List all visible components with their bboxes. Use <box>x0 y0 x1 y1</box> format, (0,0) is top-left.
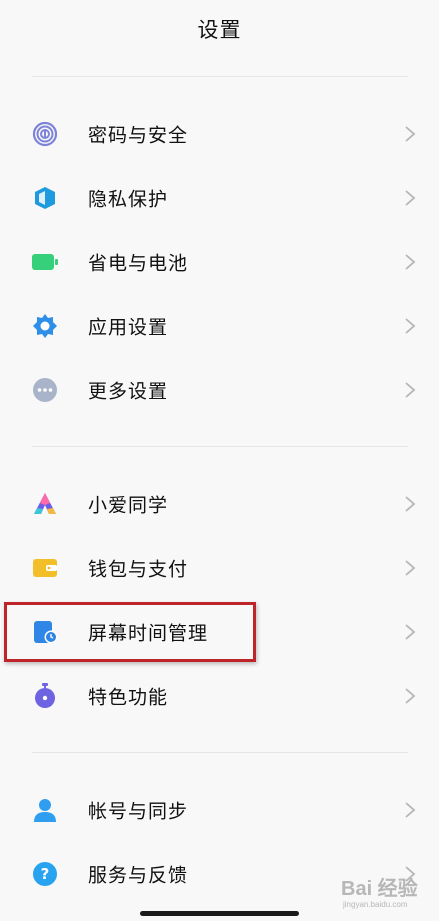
stopwatch-icon <box>30 681 60 711</box>
chevron-right-icon <box>405 496 416 512</box>
settings-item-privacy[interactable]: 隐私保护 <box>0 166 439 230</box>
gear-icon <box>30 311 60 341</box>
home-indicator-bar[interactable] <box>140 911 299 916</box>
chevron-right-icon <box>405 126 416 142</box>
settings-item-password-security[interactable]: 密码与安全 <box>0 102 439 166</box>
watermark-text: Bai 经验 <box>341 878 418 900</box>
divider <box>32 752 408 753</box>
settings-item-account-sync[interactable]: 帐号与同步 <box>0 778 439 842</box>
settings-item-label: 隐私保护 <box>88 188 169 211</box>
xiaoai-icon <box>30 489 60 519</box>
chevron-right-icon <box>405 318 416 334</box>
divider <box>32 446 408 447</box>
annotation-highlight-box <box>4 602 256 662</box>
help-icon: ? <box>30 859 60 889</box>
more-dots-icon <box>30 375 60 405</box>
settings-item-label: 密码与安全 <box>88 124 189 147</box>
settings-item-xiaoai[interactable]: 小爱同学 <box>0 472 439 536</box>
chevron-right-icon <box>405 688 416 704</box>
settings-item-wallet[interactable]: 钱包与支付 <box>0 536 439 600</box>
svg-text:?: ? <box>41 865 50 883</box>
battery-icon <box>30 247 60 277</box>
settings-item-label: 服务与反馈 <box>88 864 189 887</box>
privacy-shield-icon <box>30 183 60 213</box>
settings-screen: 设置 密码与安全 隐私保护 省电与电池 应用设置 更多设置 小爱同学 钱包与支付… <box>0 0 439 921</box>
chevron-right-icon <box>405 254 416 270</box>
chevron-right-icon <box>405 382 416 398</box>
settings-item-label: 应用设置 <box>88 316 169 339</box>
settings-item-battery[interactable]: 省电与电池 <box>0 230 439 294</box>
chevron-right-icon <box>405 624 416 640</box>
settings-item-special-features[interactable]: 特色功能 <box>0 664 439 728</box>
settings-item-label: 小爱同学 <box>88 494 169 517</box>
settings-item-app-settings[interactable]: 应用设置 <box>0 294 439 358</box>
account-icon <box>30 795 60 825</box>
wallet-icon <box>30 553 60 583</box>
settings-item-label: 钱包与支付 <box>88 558 189 581</box>
baidu-jingyan-watermark: Bai 经验 jingyan.baidu.com <box>341 868 433 914</box>
chevron-right-icon <box>405 190 416 206</box>
settings-item-label: 省电与电池 <box>88 252 189 275</box>
watermark-subtext: jingyan.baidu.com <box>343 900 408 909</box>
settings-item-more-settings[interactable]: 更多设置 <box>0 358 439 422</box>
settings-item-label: 特色功能 <box>88 686 169 709</box>
settings-item-label: 帐号与同步 <box>88 800 189 823</box>
fingerprint-icon <box>30 119 60 149</box>
divider <box>32 76 408 77</box>
chevron-right-icon <box>405 802 416 818</box>
settings-item-label: 更多设置 <box>88 380 169 403</box>
page-title: 设置 <box>197 18 242 42</box>
chevron-right-icon <box>405 560 416 576</box>
